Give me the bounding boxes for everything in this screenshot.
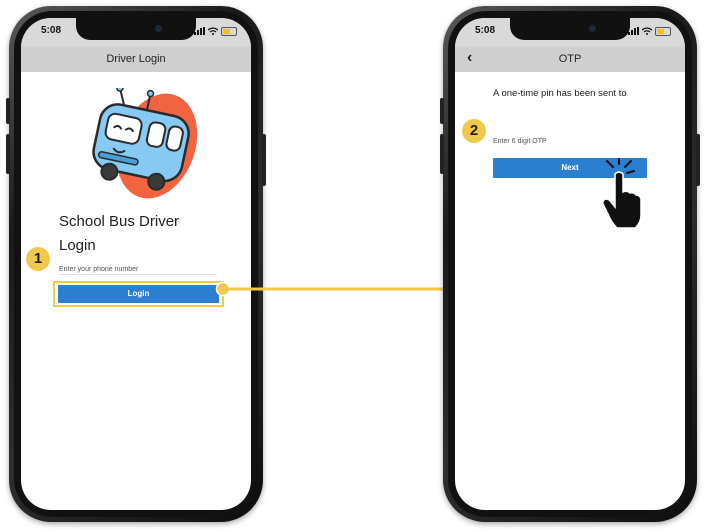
battery-icon	[655, 26, 671, 36]
back-chevron-icon[interactable]: ‹	[467, 46, 472, 70]
side-button	[696, 134, 700, 186]
notch	[510, 18, 630, 40]
page-title-line2: Login	[59, 237, 96, 254]
camera-icon	[589, 25, 596, 32]
page-title: School Bus Driver Login	[59, 210, 179, 258]
step-1-badge: 1	[26, 247, 50, 271]
wifi-icon	[642, 27, 652, 35]
notch	[76, 18, 196, 40]
side-button	[262, 134, 266, 186]
side-button	[440, 98, 444, 124]
status-icons	[628, 26, 671, 36]
login-button[interactable]: Login	[58, 285, 219, 303]
flow-arrow	[215, 281, 474, 297]
wifi-icon	[208, 27, 218, 35]
pointing-hand-icon	[602, 158, 642, 228]
otp-message: A one-time pin has been sent to	[493, 88, 627, 99]
phone-input-placeholder: Enter your phone number	[59, 266, 139, 273]
status-time: 5:08	[41, 25, 62, 36]
status-icons	[194, 26, 237, 36]
side-button	[440, 134, 444, 174]
battery-icon	[221, 26, 237, 36]
app-bar: Driver Login	[21, 46, 251, 72]
camera-icon	[155, 25, 162, 32]
phone-right: 5:08 ‹ OTP A one-time pin has been sent …	[440, 6, 700, 522]
step-2-badge: 2	[462, 119, 486, 143]
login-screen: 5:08 Driver Login School Bus Driver Logi…	[21, 18, 251, 510]
otp-input-placeholder: Enter 6 digit OTP	[493, 138, 547, 145]
side-button	[6, 134, 10, 174]
app-bar: ‹ OTP	[455, 46, 685, 72]
page-title-line1: School Bus Driver	[59, 213, 180, 230]
otp-input[interactable]: Enter 6 digit OTP	[493, 130, 649, 146]
side-button	[6, 98, 10, 124]
phone-input[interactable]: Enter your phone number	[59, 258, 217, 275]
app-bar-title: OTP	[558, 53, 582, 65]
otp-screen: 5:08 ‹ OTP A one-time pin has been sent …	[455, 18, 685, 510]
status-time: 5:08	[475, 25, 496, 36]
bus-illustration	[92, 88, 198, 199]
